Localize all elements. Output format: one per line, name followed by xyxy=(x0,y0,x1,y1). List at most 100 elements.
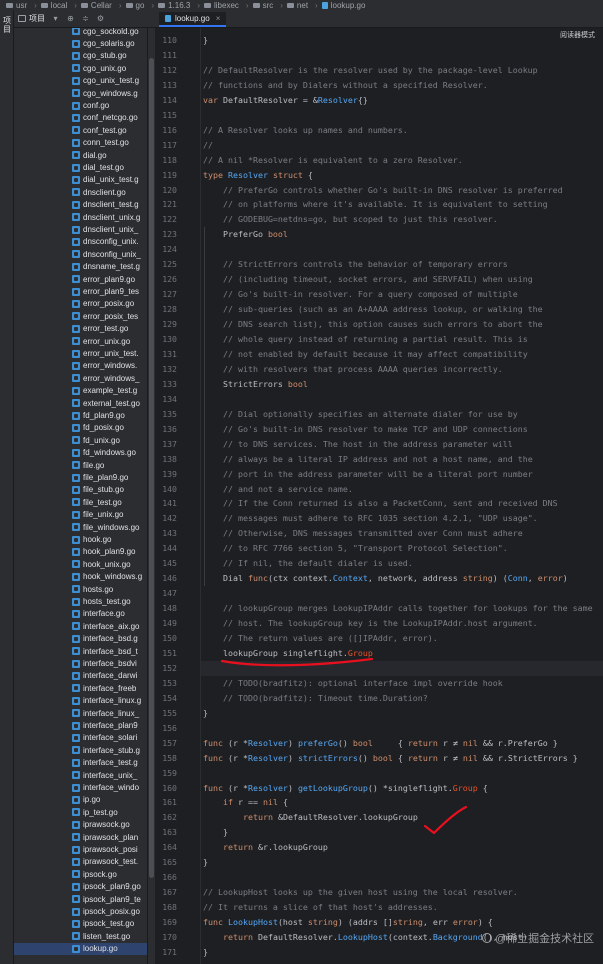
collapse-all-icon[interactable]: ≑ xyxy=(81,14,90,23)
tree-item[interactable]: cgo_stub.go xyxy=(14,50,147,62)
tree-item[interactable]: dnsname_test.g xyxy=(14,261,147,273)
tree-item[interactable]: ipsock_posix.go xyxy=(14,905,147,917)
tree-item[interactable]: file_windows.go xyxy=(14,521,147,533)
chevron-down-icon[interactable]: ▾ xyxy=(51,14,60,23)
tree-item[interactable]: interface_bsd.g xyxy=(14,633,147,645)
tree-item-label: dnsclient_unix_ xyxy=(83,225,139,235)
tree-item[interactable]: cgo_unix.go xyxy=(14,62,147,74)
tree-item[interactable]: conf_test.go xyxy=(14,124,147,136)
tree-item[interactable]: dnsclient_unix_ xyxy=(14,223,147,235)
tree-item[interactable]: ipsock.go xyxy=(14,868,147,880)
tree-item[interactable]: cgo_windows.g xyxy=(14,87,147,99)
breadcrumb-item[interactable]: net xyxy=(286,1,308,10)
tree-item[interactable]: error_unix.go xyxy=(14,335,147,347)
code-line: // xyxy=(203,139,213,150)
breadcrumb-item[interactable]: go xyxy=(125,1,144,10)
tree-item[interactable]: hook_windows.g xyxy=(14,571,147,583)
tree-item[interactable]: interface_freeb xyxy=(14,682,147,694)
locate-icon[interactable]: ⊕ xyxy=(66,14,75,23)
tree-item[interactable]: cgo_sockold.go xyxy=(14,28,147,37)
tree-item[interactable]: interface_solari xyxy=(14,732,147,744)
tree-item[interactable]: interface_windo xyxy=(14,781,147,793)
tree-item[interactable]: iprawsock_test. xyxy=(14,856,147,868)
tree-item[interactable]: dial_test.go xyxy=(14,161,147,173)
tree-item[interactable]: conf_netcgo.go xyxy=(14,112,147,124)
tree-item[interactable]: iprawsock.go xyxy=(14,819,147,831)
tree-item[interactable]: dnsclient_test.g xyxy=(14,199,147,211)
tree-item[interactable]: interface_test.g xyxy=(14,757,147,769)
tree-item[interactable]: dnsclient_unix.g xyxy=(14,211,147,223)
tree-item[interactable]: conn_test.go xyxy=(14,137,147,149)
tree-item[interactable]: example_test.g xyxy=(14,385,147,397)
tree-item[interactable]: hook.go xyxy=(14,533,147,545)
tree-item[interactable]: ipsock_plan9.go xyxy=(14,881,147,893)
tree-item[interactable]: interface_aix.go xyxy=(14,620,147,632)
tree-item[interactable]: listen_test.go xyxy=(14,930,147,942)
close-icon[interactable]: × xyxy=(216,14,221,23)
tree-item[interactable]: error_posix_tes xyxy=(14,310,147,322)
gear-icon[interactable]: ⚙ xyxy=(96,14,105,23)
tree-item[interactable]: hook_unix.go xyxy=(14,558,147,570)
tree-item[interactable]: file_unix.go xyxy=(14,509,147,521)
tree-item[interactable]: error_posix.go xyxy=(14,298,147,310)
tool-window-strip: 项目 xyxy=(0,10,14,964)
tree-item[interactable]: interface_linux_ xyxy=(14,707,147,719)
tree-item[interactable]: file_stub.go xyxy=(14,484,147,496)
tab-lookup-go[interactable]: lookup.go × xyxy=(159,12,227,27)
breadcrumb-item[interactable]: libexec xyxy=(204,1,239,10)
scrollbar-thumb[interactable] xyxy=(149,58,154,878)
breadcrumb-item[interactable]: lookup.go xyxy=(321,1,365,10)
breadcrumb-item[interactable]: 1.16.3 xyxy=(158,1,190,10)
tree-scrollbar[interactable] xyxy=(147,28,155,964)
tree-item[interactable]: interface_darwi xyxy=(14,670,147,682)
go-file-icon xyxy=(72,944,80,953)
tree-item[interactable]: interface_bsd_t xyxy=(14,645,147,657)
tree-item[interactable]: dnsconfig_unix. xyxy=(14,236,147,248)
breadcrumb-item[interactable]: src xyxy=(252,1,273,10)
tree-item[interactable]: fd_windows.go xyxy=(14,447,147,459)
tree-item[interactable]: error_windows_ xyxy=(14,372,147,384)
tree-item[interactable]: dial.go xyxy=(14,149,147,161)
tree-item[interactable]: iprawsock_plan xyxy=(14,831,147,843)
tree-item[interactable]: fd_unix.go xyxy=(14,434,147,446)
tree-item[interactable]: conf.go xyxy=(14,99,147,111)
tree-item[interactable]: interface_stub.g xyxy=(14,744,147,756)
breadcrumb-item[interactable]: usr xyxy=(6,1,27,10)
tree-item[interactable]: dnsclient.go xyxy=(14,186,147,198)
project-tool-button[interactable]: 项目 xyxy=(3,16,11,34)
tree-item[interactable]: fd_plan9.go xyxy=(14,409,147,421)
tree-item[interactable]: lookup.go xyxy=(14,942,147,955)
tree-item[interactable]: ipsock_test.go xyxy=(14,918,147,930)
tree-item[interactable]: hosts_test.go xyxy=(14,595,147,607)
tree-item[interactable]: ip_test.go xyxy=(14,806,147,818)
tree-item[interactable]: file_plan9.go xyxy=(14,471,147,483)
tree-item[interactable]: file.go xyxy=(14,459,147,471)
breadcrumb-item[interactable]: Cellar xyxy=(80,1,112,10)
tree-item[interactable]: hosts.go xyxy=(14,583,147,595)
tree-item[interactable]: hook_plan9.go xyxy=(14,546,147,558)
project-panel-title[interactable]: 项目 xyxy=(29,13,45,24)
tree-item[interactable]: interface_plan9 xyxy=(14,719,147,731)
line-number: 147 xyxy=(162,588,177,599)
tree-item[interactable]: fd_posix.go xyxy=(14,422,147,434)
tree-item[interactable]: ipsock_plan9_te xyxy=(14,893,147,905)
tree-item[interactable]: iprawsock_posi xyxy=(14,843,147,855)
tree-item[interactable]: interface_unix_ xyxy=(14,769,147,781)
tree-item[interactable]: cgo_unix_test.g xyxy=(14,75,147,87)
tree-item[interactable]: interface_linux.g xyxy=(14,695,147,707)
tree-item[interactable]: error_test.go xyxy=(14,323,147,335)
code-editor[interactable]: } // DefaultResolver is the resolver used… xyxy=(201,28,603,964)
tree-item[interactable]: dial_unix_test.g xyxy=(14,174,147,186)
tree-item[interactable]: error_windows. xyxy=(14,360,147,372)
tree-item[interactable]: interface.go xyxy=(14,608,147,620)
tree-item[interactable]: cgo_solaris.go xyxy=(14,37,147,49)
tree-item[interactable]: interface_bsdvi xyxy=(14,657,147,669)
tree-item[interactable]: file_test.go xyxy=(14,496,147,508)
breadcrumb-item[interactable]: local xyxy=(40,1,67,10)
tree-item[interactable]: error_plan9.go xyxy=(14,273,147,285)
tree-item[interactable]: external_test.go xyxy=(14,397,147,409)
tree-item[interactable]: error_unix_test. xyxy=(14,347,147,359)
tree-item[interactable]: dnsconfig_unix_ xyxy=(14,248,147,260)
tree-item[interactable]: error_plan9_tes xyxy=(14,285,147,297)
tree-item[interactable]: ip.go xyxy=(14,794,147,806)
